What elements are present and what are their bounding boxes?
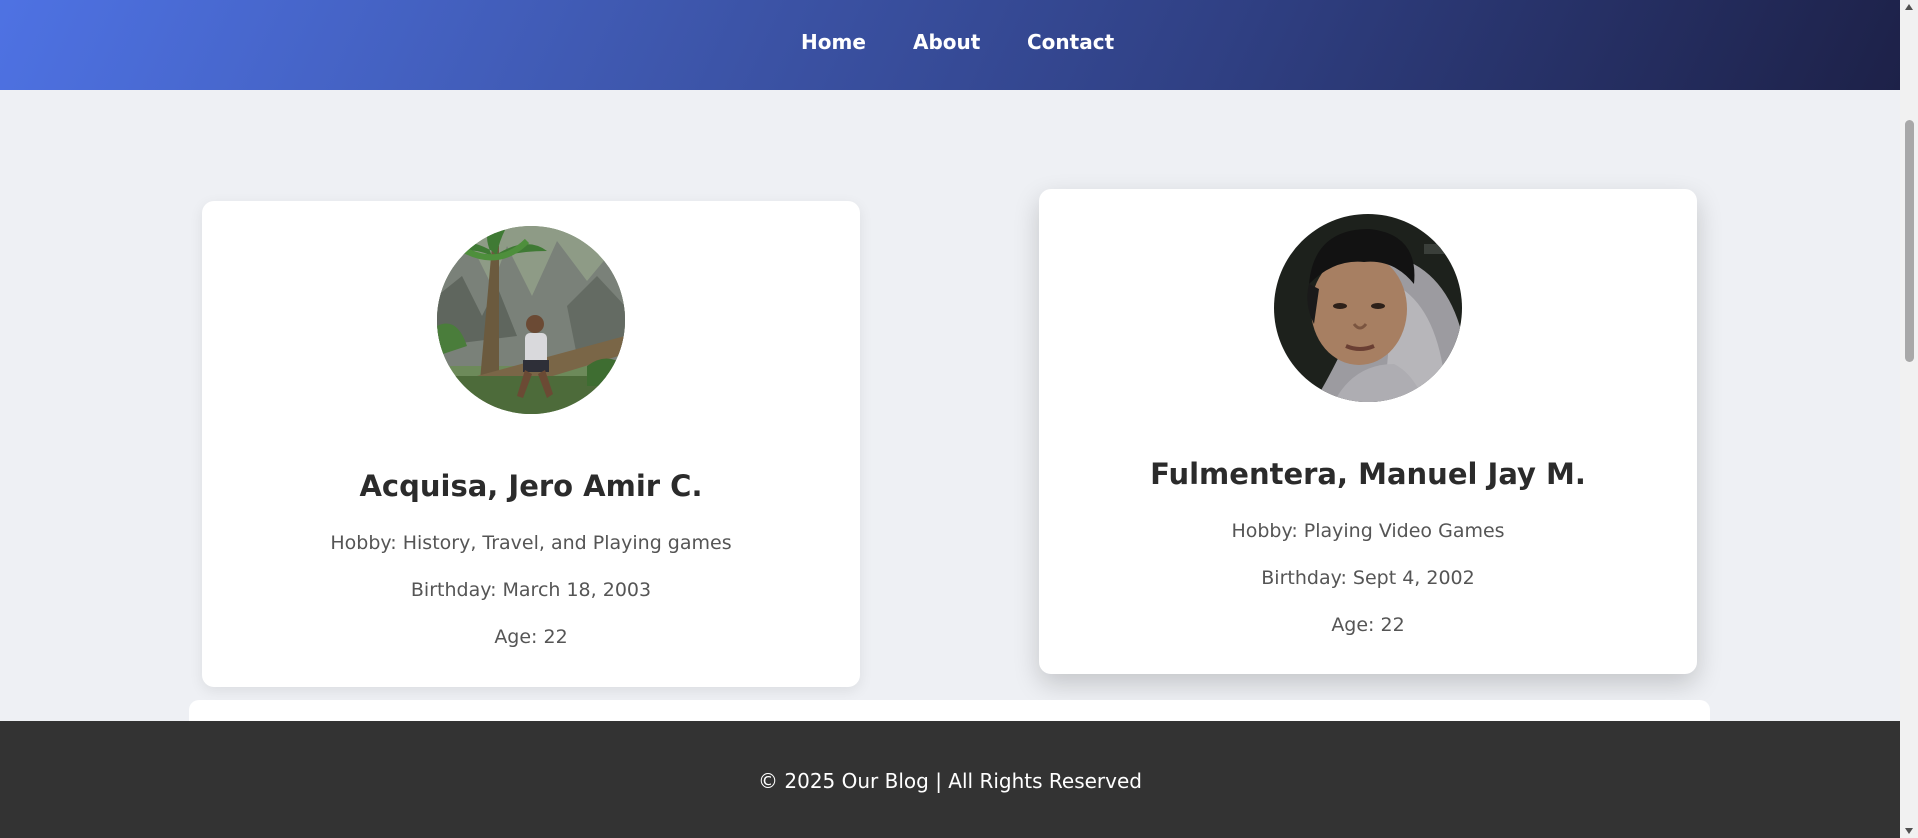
- nav-about-link[interactable]: About: [913, 30, 980, 54]
- scroll-up-arrow-icon[interactable]: [1905, 4, 1913, 10]
- page-viewport: Home About Contact Acquisa, Jero Amir C.…: [0, 0, 1900, 838]
- nav-links: Home About Contact: [0, 0, 1900, 90]
- vertical-scrollbar[interactable]: [1900, 0, 1918, 838]
- profile-birthday: Birthday: Sept 4, 2002: [1261, 567, 1475, 589]
- profile-hobby: Hobby: Playing Video Games: [1231, 520, 1505, 542]
- profile-hobby: Hobby: History, Travel, and Playing game…: [330, 532, 732, 554]
- profile-card: Acquisa, Jero Amir C. Hobby: History, Tr…: [202, 201, 860, 687]
- profile-age: Age: 22: [1331, 614, 1405, 636]
- profile-age: Age: 22: [494, 626, 568, 648]
- scroll-down-arrow-icon[interactable]: [1905, 828, 1913, 834]
- nav-contact-link[interactable]: Contact: [1027, 30, 1114, 54]
- page-footer: © 2025 Our Blog | All Rights Reserved: [0, 721, 1900, 838]
- scrollbar-thumb[interactable]: [1905, 120, 1914, 362]
- profile-birthday: Birthday: March 18, 2003: [410, 579, 652, 601]
- profile-card: Fulmentera, Manuel Jay M. Hobby: Playing…: [1039, 189, 1697, 674]
- jungle-portrait-photo-icon: [437, 226, 625, 414]
- profile-name: Acquisa, Jero Amir C.: [359, 469, 703, 503]
- profile-name: Fulmentera, Manuel Jay M.: [1150, 457, 1586, 491]
- top-navigation-bar: Home About Contact: [0, 0, 1900, 90]
- profile-avatar: [437, 226, 625, 414]
- nav-home-link[interactable]: Home: [801, 30, 866, 54]
- profile-avatar: [1274, 214, 1462, 402]
- selfie-portrait-photo-icon: [1274, 214, 1462, 402]
- footer-copyright: © 2025 Our Blog | All Rights Reserved: [758, 769, 1142, 793]
